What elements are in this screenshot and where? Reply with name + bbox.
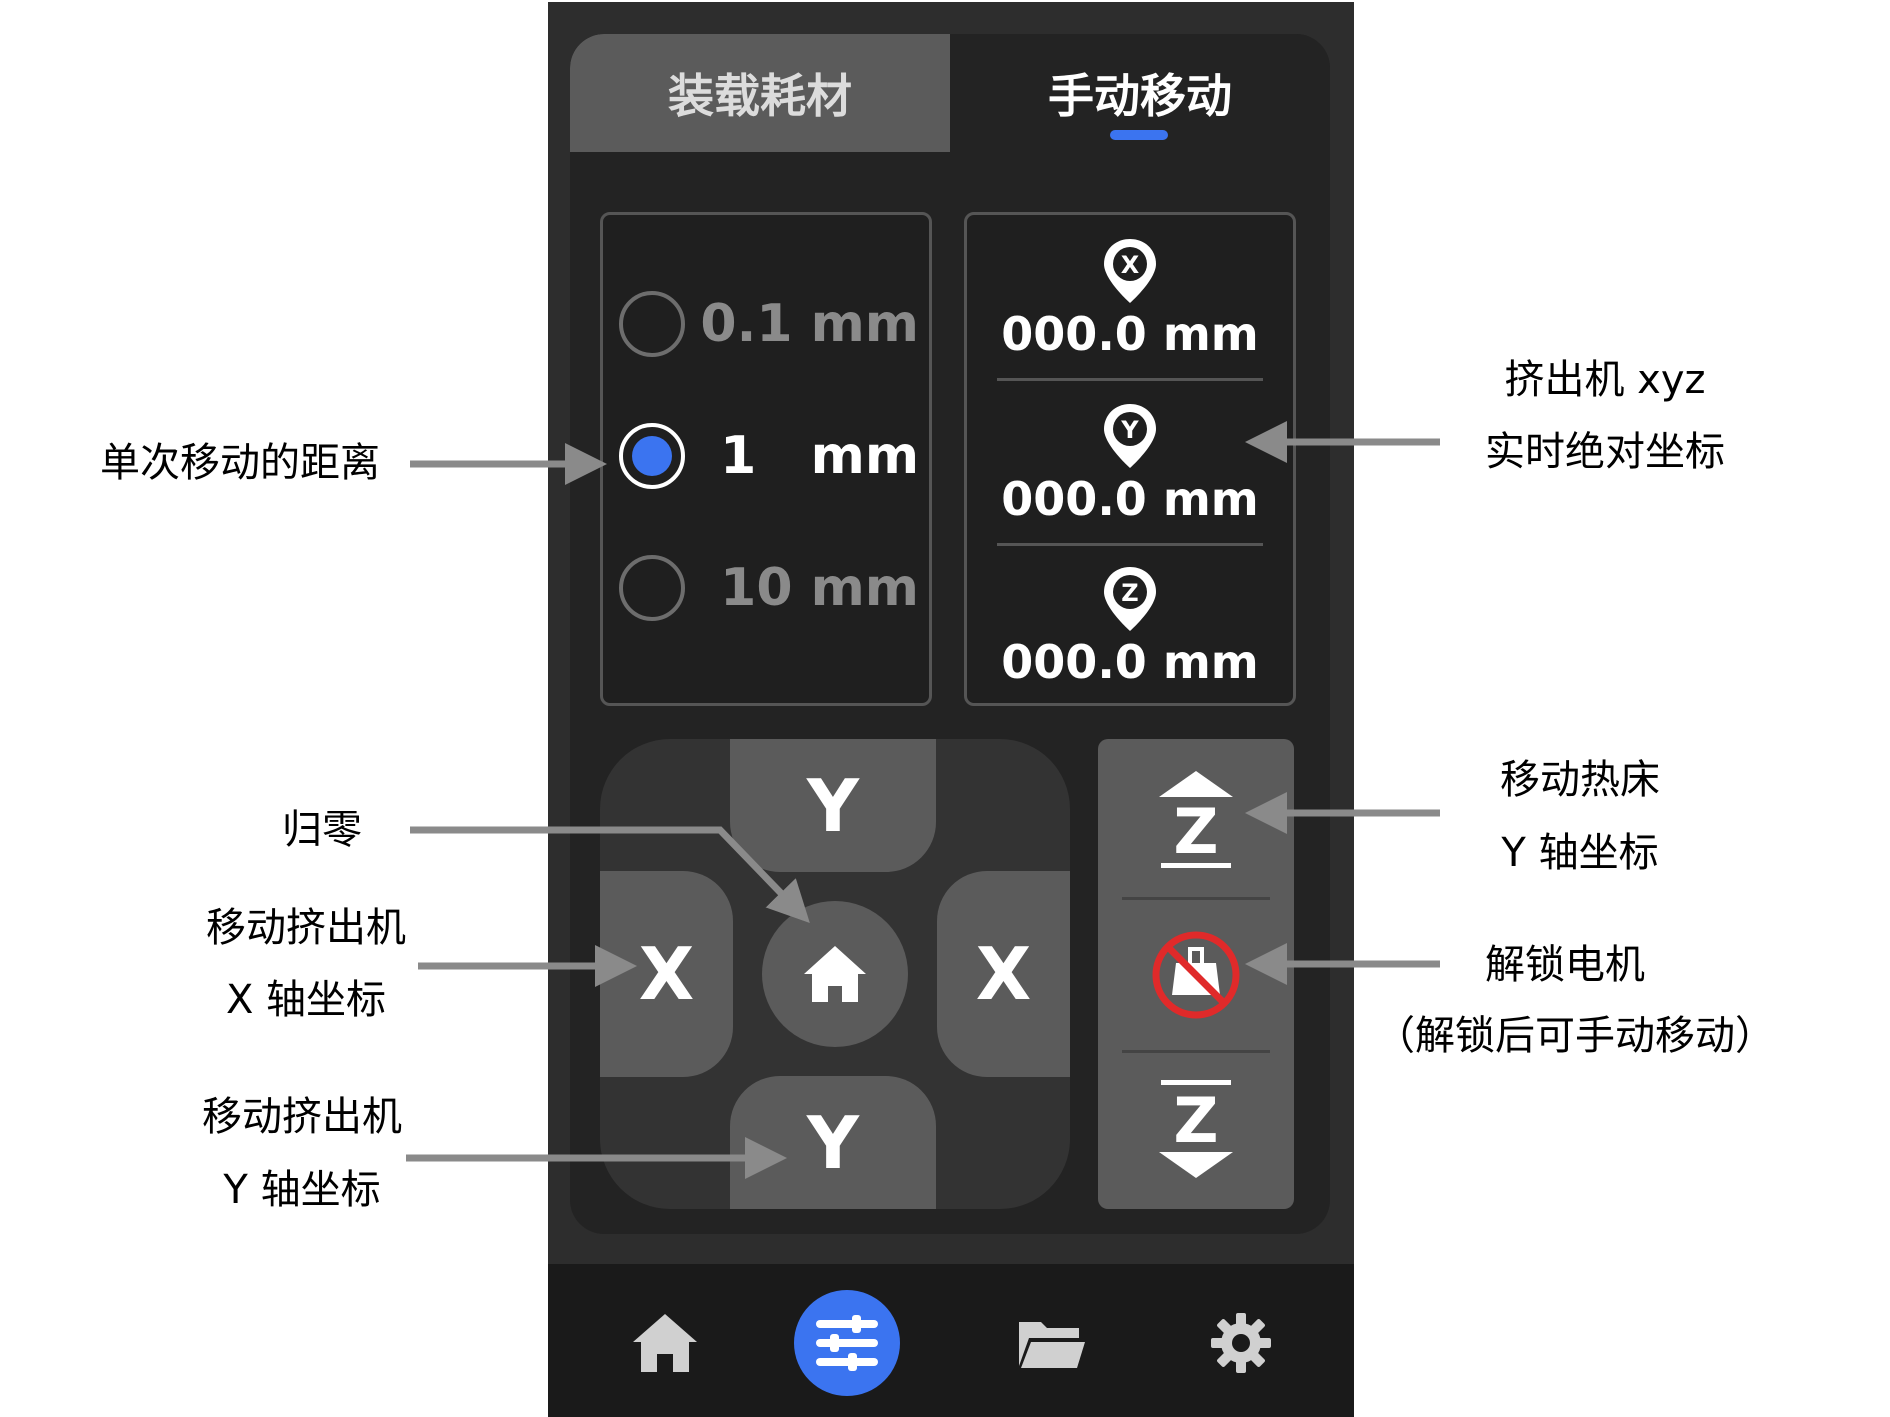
annotation-move-y-line1: 移动挤出机 <box>202 1094 402 1140</box>
annotation-unlock-line2: （解锁后可手动移动） <box>1375 1013 1775 1059</box>
annotation-step-distance: 单次移动的距离 <box>100 440 380 486</box>
annotation-unlock-line1: 解锁电机 <box>1485 942 1645 988</box>
annotation-move-y-line2: Y 轴坐标 <box>223 1167 381 1213</box>
annotation-bed-line1: 移动热床 <box>1500 757 1660 803</box>
annotation-move-x-line1: 移动挤出机 <box>206 905 406 951</box>
annotation-home: 归零 <box>282 807 362 853</box>
annotation-move-x-line2: X 轴坐标 <box>225 977 387 1023</box>
annotation-bed-line2: Y 轴坐标 <box>1501 830 1659 876</box>
annotation-extruder-line1: 挤出机 xyz <box>1504 357 1706 403</box>
arrow-home <box>410 826 810 924</box>
annotation-extruder-line2: 实时绝对坐标 <box>1485 429 1725 475</box>
